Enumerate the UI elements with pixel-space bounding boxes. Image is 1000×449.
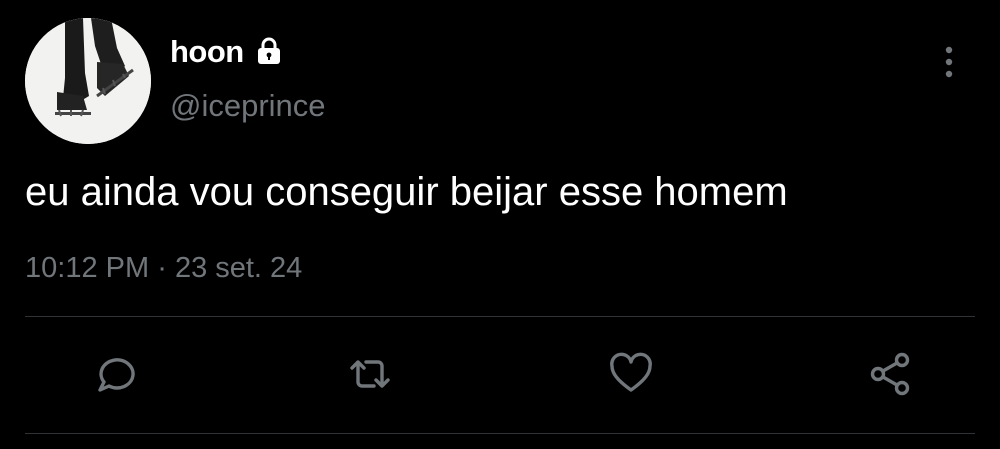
author-handle[interactable]: @iceprince [170, 88, 326, 124]
avatar[interactable] [25, 18, 151, 144]
reply-button[interactable] [90, 350, 138, 398]
like-button[interactable] [607, 350, 655, 398]
divider [25, 316, 975, 317]
tweet-time: 10:12 PM [25, 252, 150, 284]
display-name[interactable]: hoon [170, 34, 244, 70]
lock-icon [254, 36, 284, 66]
tweet-text: eu ainda vou conseguir beijar esse homem [25, 170, 788, 214]
divider-bottom [25, 433, 975, 434]
more-options-button[interactable] [935, 40, 963, 84]
meta-separator: · [157, 252, 167, 284]
more-vertical-icon [945, 46, 953, 78]
reply-icon [98, 358, 135, 392]
retweet-icon [350, 360, 390, 388]
heart-icon [610, 352, 652, 392]
share-icon [870, 352, 910, 396]
retweet-button[interactable] [346, 350, 394, 398]
author-name-row: hoon [170, 34, 284, 70]
tweet-date: 23 set. 24 [174, 252, 303, 284]
tweet-timestamp[interactable]: 10:12 PM · 23 set. 24 [25, 252, 302, 285]
share-button[interactable] [866, 350, 914, 398]
ice-skates-avatar [25, 18, 151, 144]
